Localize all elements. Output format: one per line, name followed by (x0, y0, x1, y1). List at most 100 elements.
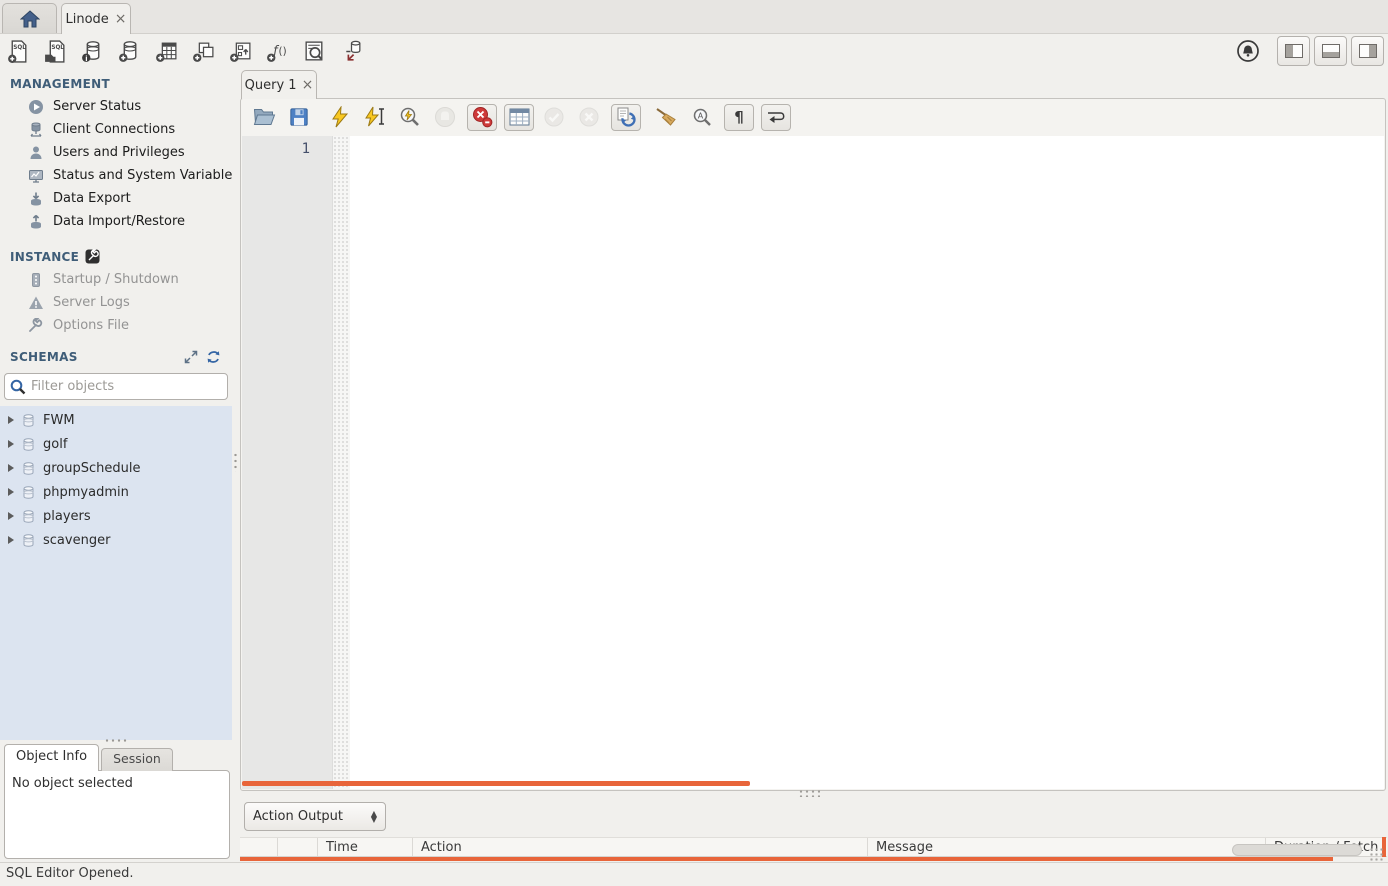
column-header-blank2[interactable] (278, 838, 318, 856)
query-tab[interactable]: Query 1 × (241, 70, 317, 99)
schema-row-fwm[interactable]: FWM (0, 408, 232, 432)
sidebar-item-server-status[interactable]: Server Status (0, 95, 232, 118)
refresh-schemas-button[interactable] (204, 349, 222, 364)
expander-icon[interactable] (8, 416, 14, 424)
schema-icon (21, 485, 36, 500)
status-text: SQL Editor Opened. (6, 866, 134, 881)
tab-object-info[interactable]: Object Info (4, 744, 99, 771)
create-function-button[interactable]: ƒ () (259, 36, 296, 66)
sidebar-item-startup-shutdown[interactable]: Startup / Shutdown (0, 268, 232, 291)
new-sql-script-button[interactable]: SQL (0, 36, 37, 66)
connection-tab-linode[interactable]: Linode × (61, 3, 131, 34)
schema-row-players[interactable]: players (0, 504, 232, 528)
schema-name: golf (43, 437, 67, 452)
expander-icon[interactable] (8, 440, 14, 448)
open-file-button[interactable] (251, 104, 277, 130)
schema-row-scavenger[interactable]: scavenger (0, 528, 232, 552)
expander-icon[interactable] (8, 512, 14, 520)
create-procedure-button[interactable] (222, 36, 259, 66)
window-resize-grip[interactable] (1369, 847, 1385, 861)
sidebar-item-label: Server Status (53, 99, 141, 114)
management-section-title: MANAGEMENT (0, 68, 232, 95)
show-invisibles-button[interactable]: ¶ (724, 104, 754, 131)
schema-filter (4, 373, 228, 400)
output-panel: Action Output ▲▼ Time Action Message Dur… (240, 799, 1387, 862)
status-bar: SQL Editor Opened. (0, 862, 1388, 886)
search-table-data-button[interactable] (296, 36, 333, 66)
sidebar-item-status-variables[interactable]: Status and System Variables (0, 164, 232, 187)
sidebar-item-label: Status and System Variables (53, 168, 232, 183)
limit-rows-button[interactable] (504, 104, 534, 131)
toggle-left-sidebar-button[interactable] (1277, 36, 1310, 66)
expander-icon[interactable] (8, 464, 14, 472)
column-header-action[interactable]: Action (413, 838, 868, 856)
expander-icon[interactable] (8, 488, 14, 496)
schemas-section-title: SCHEMAS (10, 350, 178, 364)
notification-button[interactable] (1231, 37, 1265, 65)
sql-editor-toolbar: A ¶ (241, 99, 1385, 135)
wrap-text-button[interactable] (761, 104, 791, 131)
column-header-message[interactable]: Message (868, 838, 1266, 856)
toggle-bottom-panel-icon (1322, 44, 1340, 58)
save-script-button[interactable] (286, 104, 312, 130)
open-sql-script-button[interactable]: SQL (37, 36, 74, 66)
schema-name: FWM (43, 413, 75, 428)
schema-name: phpmyadmin (43, 485, 129, 500)
sql-editor[interactable]: 1 (242, 136, 1384, 789)
query-tab-label: Query 1 (245, 78, 297, 93)
sidebar-item-data-export[interactable]: Data Export (0, 187, 232, 210)
column-header-blank1[interactable] (240, 838, 278, 856)
overlay-scrollbar-thumb[interactable] (1232, 844, 1362, 856)
create-schema-button[interactable] (111, 36, 148, 66)
code-area[interactable] (350, 136, 1384, 789)
info-panel-splitter-handle[interactable] (104, 738, 128, 743)
execute-button[interactable] (327, 104, 353, 130)
output-grid-header: Time Action Message Duration / Fetch (240, 837, 1387, 857)
create-table-button[interactable] (148, 36, 185, 66)
client-connections-icon (27, 121, 44, 138)
schema-inspector-button[interactable]: i (74, 36, 111, 66)
beautify-broom-icon (655, 107, 679, 127)
toggle-bottom-panel-button[interactable] (1314, 36, 1347, 66)
beautify-sql-button[interactable] (654, 104, 680, 130)
explain-plan-button[interactable] (397, 104, 423, 130)
toggle-right-sidebar-button[interactable] (1351, 36, 1384, 66)
output-view-selector[interactable]: Action Output ▲▼ (244, 802, 386, 831)
create-procedure-icon (228, 39, 253, 64)
schema-row-phpmyadmin[interactable]: phpmyadmin (0, 480, 232, 504)
expand-icon (184, 350, 198, 364)
schema-icon (21, 437, 36, 452)
expander-icon[interactable] (8, 536, 14, 544)
home-tab[interactable] (2, 3, 57, 33)
execute-current-statement-button[interactable] (362, 104, 388, 130)
svg-text:(): () (279, 45, 287, 57)
close-connection-tab-icon[interactable]: × (115, 12, 127, 26)
create-schema-icon (117, 39, 142, 64)
sidebar-item-data-import[interactable]: Data Import/Restore (0, 210, 232, 233)
sidebar-splitter-handle[interactable] (233, 452, 238, 472)
schema-row-golf[interactable]: golf (0, 432, 232, 456)
sidebar-item-options-file[interactable]: Options File (0, 314, 232, 337)
column-header-time[interactable]: Time (318, 838, 413, 856)
tab-session[interactable]: Session (101, 748, 173, 771)
editor-horizontal-scrollbar[interactable] (242, 781, 750, 786)
create-view-button[interactable] (185, 36, 222, 66)
schema-row-groupschedule[interactable]: groupSchedule (0, 456, 232, 480)
toggle-autocommit-button[interactable] (611, 104, 641, 131)
sidebar-item-client-connections[interactable]: Client Connections (0, 118, 232, 141)
expand-schemas-button[interactable] (182, 349, 200, 364)
close-query-tab-icon[interactable]: × (302, 78, 314, 92)
open-file-icon (253, 107, 276, 127)
toggle-stop-on-error-button[interactable] (467, 104, 497, 131)
sidebar-item-server-logs[interactable]: Server Logs (0, 291, 232, 314)
find-button[interactable]: A (689, 104, 715, 130)
refresh-icon (206, 350, 221, 364)
notification-bell-icon (1236, 39, 1260, 63)
sidebar-item-users-privileges[interactable]: Users and Privileges (0, 141, 232, 164)
rollback-x-icon (578, 106, 600, 128)
output-splitter-handle[interactable] (798, 789, 820, 797)
schemas-section-header: SCHEMAS (0, 337, 232, 368)
schema-filter-input[interactable] (27, 378, 223, 395)
output-horizontal-scrollbar[interactable] (240, 857, 1333, 861)
reconnect-dbms-button[interactable] (333, 36, 370, 66)
